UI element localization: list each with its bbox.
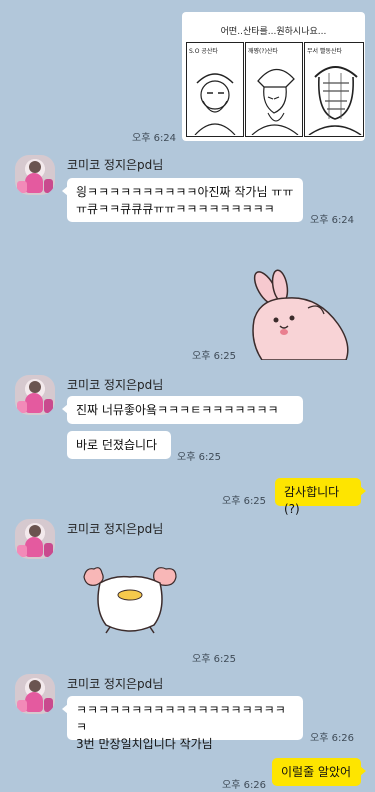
message-bubble[interactable]: 진짜 너뮤좋아욬ㅋㅋㅋㅌㅋㅋㅋㅋㅋㅋㅋ — [62, 396, 303, 424]
message-time: 오후 6:26 — [310, 733, 355, 744]
my-message-bubble[interactable]: 이럴줄 알았어 — [272, 758, 366, 786]
message-time: 오후 6:25 — [177, 452, 222, 463]
santa-drawing-2 — [251, 68, 299, 136]
message-text: 감사합니다(?) — [284, 485, 340, 516]
rabbit-sticker[interactable] — [246, 268, 356, 360]
message-text: 바로 던졌습니다 — [76, 438, 158, 452]
comic-panel-2: 깨쨩(?)산타 — [245, 42, 303, 137]
message-time: 오후 6:26 — [222, 780, 267, 791]
sender-name: 코미코 정지은pd님 — [67, 677, 164, 691]
message-text: 이럴줄 알았어 — [281, 765, 352, 779]
sender-avatar[interactable] — [15, 375, 55, 415]
message-bubble[interactable]: ㅋㅋㅋㅋㅋㅋㅋㅋㅋㅋㅋㅋㅋㅋㅋㅋㅋㅋㅋㅋ 3번 만장일치입니다 작가님 — [62, 696, 303, 751]
sender-name: 코미코 정지은pd님 — [67, 522, 164, 536]
santa-drawing-3 — [308, 66, 362, 136]
message-time: 오후 6:25 — [192, 351, 237, 362]
message-text-line: ㅋㅋㅋㅋㅋㅋㅋㅋㅋㅋㅋㅋㅋㅋㅋㅋㅋㅋㅋㅋ — [76, 703, 286, 734]
sender-avatar[interactable] — [15, 674, 55, 714]
message-text-line: 읭ㅋㅋㅋㅋㅋㅋㅋㅋㅋㅋ아진짜 작가님 ㅠㅠ — [76, 185, 294, 199]
comic-panel-label: S.O 공산타 — [189, 48, 218, 55]
duck-sticker[interactable] — [80, 563, 180, 635]
comic-panel-label: 깨쨩(?)산타 — [248, 48, 278, 55]
message-text-line: 3번 만장일치입니다 작가님 — [76, 737, 213, 751]
my-message-bubble[interactable]: 감사합니다(?) — [275, 478, 366, 516]
comic-title: 어떤..산타를...원하시나요... — [220, 27, 327, 37]
comic-panel-1: S.O 공산타 — [186, 42, 244, 137]
message-text: 진짜 너뮤좋아욬ㅋㅋㅋㅌㅋㅋㅋㅋㅋㅋㅋ — [76, 403, 279, 417]
sender-name: 코미코 정지은pd님 — [67, 158, 164, 172]
sender-avatar[interactable] — [15, 155, 55, 195]
sender-avatar[interactable] — [15, 519, 55, 559]
sender-name: 코미코 정지은pd님 — [67, 378, 164, 392]
message-time: 오후 6:25 — [192, 654, 237, 665]
santa-drawing-1 — [194, 73, 236, 136]
comic-panel-3: 무서 빨동산타 — [304, 42, 364, 137]
comic-panel-label: 무서 빨동산타 — [307, 48, 343, 55]
message-bubble[interactable]: 읭ㅋㅋㅋㅋㅋㅋㅋㅋㅋㅋ아진짜 작가님 ㅠㅠ ㅠ큐ㅋㅋ큐큐큐ㅠㅠㅋㅋㅋㅋㅋㅋㅋㅋㅋ — [62, 178, 303, 222]
message-time: 오후 6:24 — [132, 133, 177, 144]
comic-image-message[interactable]: 어떤..산타를...원하시나요... S.O 공산타 깨쨩(?)산타 무서 빨동… — [182, 12, 365, 141]
message-bubble[interactable]: 바로 던졌습니다 — [67, 431, 171, 459]
message-time: 오후 6:25 — [222, 496, 267, 507]
message-time: 오후 6:24 — [310, 215, 355, 226]
message-text-line: ㅠ큐ㅋㅋ큐큐큐ㅠㅠㅋㅋㅋㅋㅋㅋㅋㅋㅋ — [76, 202, 275, 216]
